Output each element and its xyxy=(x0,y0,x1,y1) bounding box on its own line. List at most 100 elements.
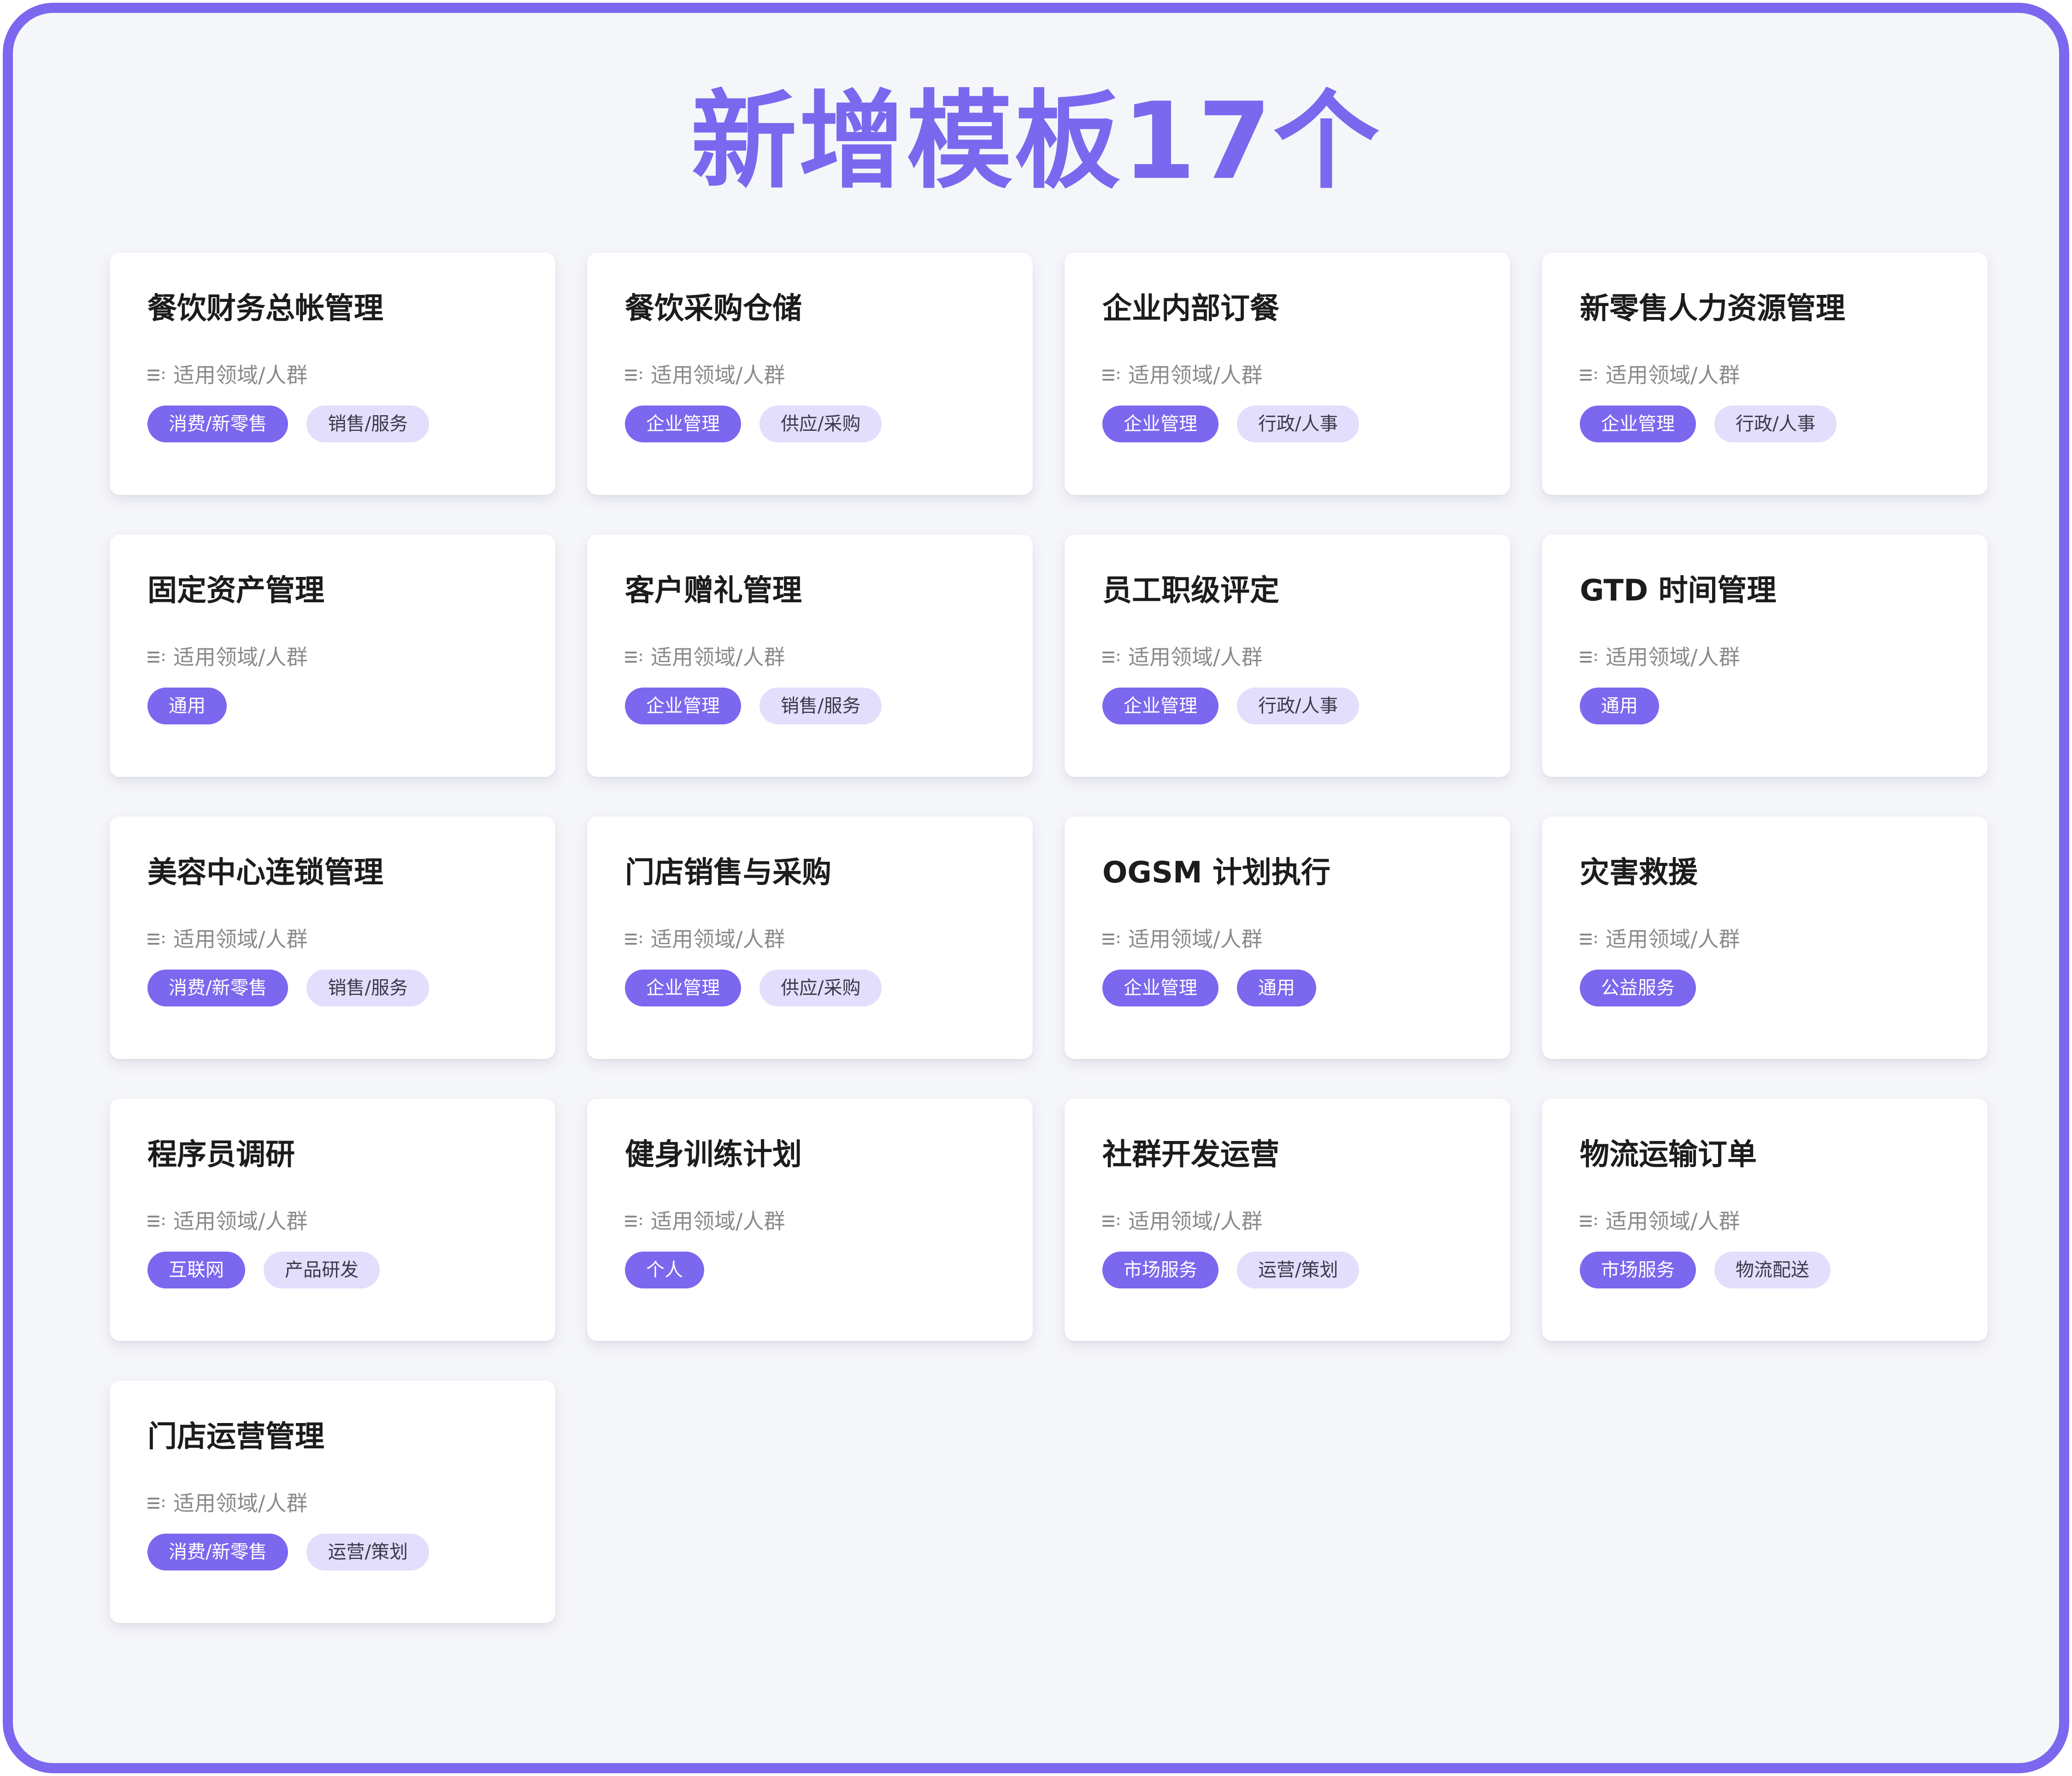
template-card-meta: 适用领域/人群 xyxy=(1102,362,1263,388)
list-icon xyxy=(1580,368,1598,382)
template-card-title: 美容中心连锁管理 xyxy=(147,856,383,890)
template-card-title: 固定资产管理 xyxy=(147,574,324,608)
tag-badge[interactable]: 通用 xyxy=(1237,970,1316,1006)
list-icon xyxy=(625,932,643,946)
template-card-10[interactable]: 门店销售与采购 适用领域/人群 企业管理 供应/采购 xyxy=(587,817,1033,1059)
tag-list: 市场服务 运营/策划 xyxy=(1102,1252,1360,1288)
tag-badge[interactable]: 企业管理 xyxy=(1102,970,1218,1006)
tag-list: 通用 xyxy=(1580,688,1659,724)
template-card-12[interactable]: 灾害救援 适用领域/人群 公益服务 xyxy=(1542,817,1988,1059)
meta-label: 适用领域/人群 xyxy=(651,645,785,670)
template-card-16[interactable]: 物流运输订单 适用领域/人群 市场服务 物流配送 xyxy=(1542,1099,1988,1341)
tag-list: 企业管理 供应/采购 xyxy=(625,970,882,1006)
template-card-title: 灾害救援 xyxy=(1580,856,1698,890)
template-card-8[interactable]: GTD 时间管理 适用领域/人群 通用 xyxy=(1542,535,1988,777)
tag-badge[interactable]: 行政/人事 xyxy=(1237,688,1360,724)
template-card-17[interactable]: 门店运营管理 适用领域/人群 消费/新零售 运营/策划 xyxy=(110,1381,555,1623)
tag-badge[interactable]: 消费/新零售 xyxy=(147,970,288,1006)
tag-badge[interactable]: 产品研发 xyxy=(264,1252,380,1288)
template-card-title: 门店销售与采购 xyxy=(625,856,831,890)
tag-list: 消费/新零售 运营/策划 xyxy=(147,1534,429,1570)
tag-badge[interactable]: 公益服务 xyxy=(1580,970,1696,1006)
meta-label: 适用领域/人群 xyxy=(173,363,308,388)
template-card-title: 企业内部订餐 xyxy=(1102,292,1279,326)
template-card-5[interactable]: 固定资产管理 适用领域/人群 通用 xyxy=(110,535,555,777)
tag-badge[interactable]: 运营/策划 xyxy=(306,1534,429,1570)
template-card-14[interactable]: 健身训练计划 适用领域/人群 个人 xyxy=(587,1099,1033,1341)
tag-badge[interactable]: 个人 xyxy=(625,1252,704,1288)
template-card-meta: 适用领域/人群 xyxy=(625,362,785,388)
template-card-meta: 适用领域/人群 xyxy=(1580,362,1740,388)
template-card-meta: 适用领域/人群 xyxy=(1102,926,1263,952)
list-icon xyxy=(625,368,643,382)
template-card-meta: 适用领域/人群 xyxy=(1580,1208,1740,1234)
tag-badge[interactable]: 销售/服务 xyxy=(306,970,429,1006)
tag-badge[interactable]: 行政/人事 xyxy=(1237,406,1360,442)
tag-list: 企业管理 销售/服务 xyxy=(625,688,882,724)
tag-badge[interactable]: 供应/采购 xyxy=(759,406,882,442)
meta-label: 适用领域/人群 xyxy=(1128,645,1263,670)
tag-badge[interactable]: 市场服务 xyxy=(1580,1252,1696,1288)
tag-badge[interactable]: 行政/人事 xyxy=(1714,406,1837,442)
template-card-6[interactable]: 客户赠礼管理 适用领域/人群 企业管理 销售/服务 xyxy=(587,535,1033,777)
list-icon xyxy=(1102,650,1121,664)
template-card-meta: 适用领域/人群 xyxy=(147,1490,308,1516)
tag-badge[interactable]: 互联网 xyxy=(147,1252,245,1288)
tag-badge[interactable]: 销售/服务 xyxy=(306,406,429,442)
template-card-13[interactable]: 程序员调研 适用领域/人群 互联网 产品研发 xyxy=(110,1099,555,1341)
template-card-2[interactable]: 餐饮采购仓储 适用领域/人群 企业管理 供应/采购 xyxy=(587,253,1033,495)
tag-badge[interactable]: 消费/新零售 xyxy=(147,406,288,442)
tag-list: 企业管理 行政/人事 xyxy=(1580,406,1837,442)
list-icon xyxy=(1102,368,1121,382)
template-card-title: 门店运营管理 xyxy=(147,1420,324,1454)
meta-label: 适用领域/人群 xyxy=(173,927,308,952)
template-card-11[interactable]: OGSM 计划执行 适用领域/人群 企业管理 通用 xyxy=(1065,817,1510,1059)
template-card-meta: 适用领域/人群 xyxy=(625,1208,785,1234)
tag-badge[interactable]: 供应/采购 xyxy=(759,970,882,1006)
list-icon xyxy=(1102,1214,1121,1228)
template-card-7[interactable]: 员工职级评定 适用领域/人群 企业管理 行政/人事 xyxy=(1065,535,1510,777)
tag-badge[interactable]: 运营/策划 xyxy=(1237,1252,1360,1288)
list-icon xyxy=(625,650,643,664)
page-frame: 新增模板17个 餐饮财务总帐管理 适用领域/人群 消费/新零售 销售/服务 餐饮采… xyxy=(3,3,2069,1773)
tag-list: 企业管理 行政/人事 xyxy=(1102,688,1360,724)
meta-label: 适用领域/人群 xyxy=(1606,645,1740,670)
tag-list: 企业管理 行政/人事 xyxy=(1102,406,1360,442)
meta-label: 适用领域/人群 xyxy=(651,927,785,952)
tag-badge[interactable]: 通用 xyxy=(1580,688,1659,724)
list-icon xyxy=(147,1214,166,1228)
template-card-meta: 适用领域/人群 xyxy=(1102,1208,1263,1234)
tag-badge[interactable]: 企业管理 xyxy=(625,406,741,442)
template-card-4[interactable]: 新零售人力资源管理 适用领域/人群 企业管理 行政/人事 xyxy=(1542,253,1988,495)
meta-label: 适用领域/人群 xyxy=(173,645,308,670)
template-card-grid: 餐饮财务总帐管理 适用领域/人群 消费/新零售 销售/服务 餐饮采购仓储 适用领域… xyxy=(110,253,1988,1623)
tag-list: 市场服务 物流配送 xyxy=(1580,1252,1831,1288)
template-card-15[interactable]: 社群开发运营 适用领域/人群 市场服务 运营/策划 xyxy=(1065,1099,1510,1341)
tag-badge[interactable]: 市场服务 xyxy=(1102,1252,1218,1288)
tag-badge[interactable]: 企业管理 xyxy=(1102,406,1218,442)
tag-badge[interactable]: 通用 xyxy=(147,688,227,724)
tag-badge[interactable]: 企业管理 xyxy=(1102,688,1218,724)
tag-badge[interactable]: 企业管理 xyxy=(1580,406,1696,442)
tag-badge[interactable]: 物流配送 xyxy=(1714,1252,1831,1288)
tag-list: 企业管理 供应/采购 xyxy=(625,406,882,442)
template-card-title: 新零售人力资源管理 xyxy=(1580,292,1845,326)
list-icon xyxy=(1580,650,1598,664)
list-icon xyxy=(1102,932,1121,946)
template-card-meta: 适用领域/人群 xyxy=(625,644,785,670)
template-card-title: OGSM 计划执行 xyxy=(1102,856,1330,890)
template-card-title: GTD 时间管理 xyxy=(1580,574,1777,608)
tag-list: 公益服务 xyxy=(1580,970,1696,1006)
tag-badge[interactable]: 销售/服务 xyxy=(759,688,882,724)
tag-badge[interactable]: 消费/新零售 xyxy=(147,1534,288,1570)
tag-list: 消费/新零售 销售/服务 xyxy=(147,970,429,1006)
meta-label: 适用领域/人群 xyxy=(1606,927,1740,952)
template-card-title: 餐饮采购仓储 xyxy=(625,292,802,326)
tag-badge[interactable]: 企业管理 xyxy=(625,688,741,724)
meta-label: 适用领域/人群 xyxy=(1606,1209,1740,1234)
template-card-3[interactable]: 企业内部订餐 适用领域/人群 企业管理 行政/人事 xyxy=(1065,253,1510,495)
meta-label: 适用领域/人群 xyxy=(1128,363,1263,388)
template-card-1[interactable]: 餐饮财务总帐管理 适用领域/人群 消费/新零售 销售/服务 xyxy=(110,253,555,495)
tag-badge[interactable]: 企业管理 xyxy=(625,970,741,1006)
template-card-9[interactable]: 美容中心连锁管理 适用领域/人群 消费/新零售 销售/服务 xyxy=(110,817,555,1059)
